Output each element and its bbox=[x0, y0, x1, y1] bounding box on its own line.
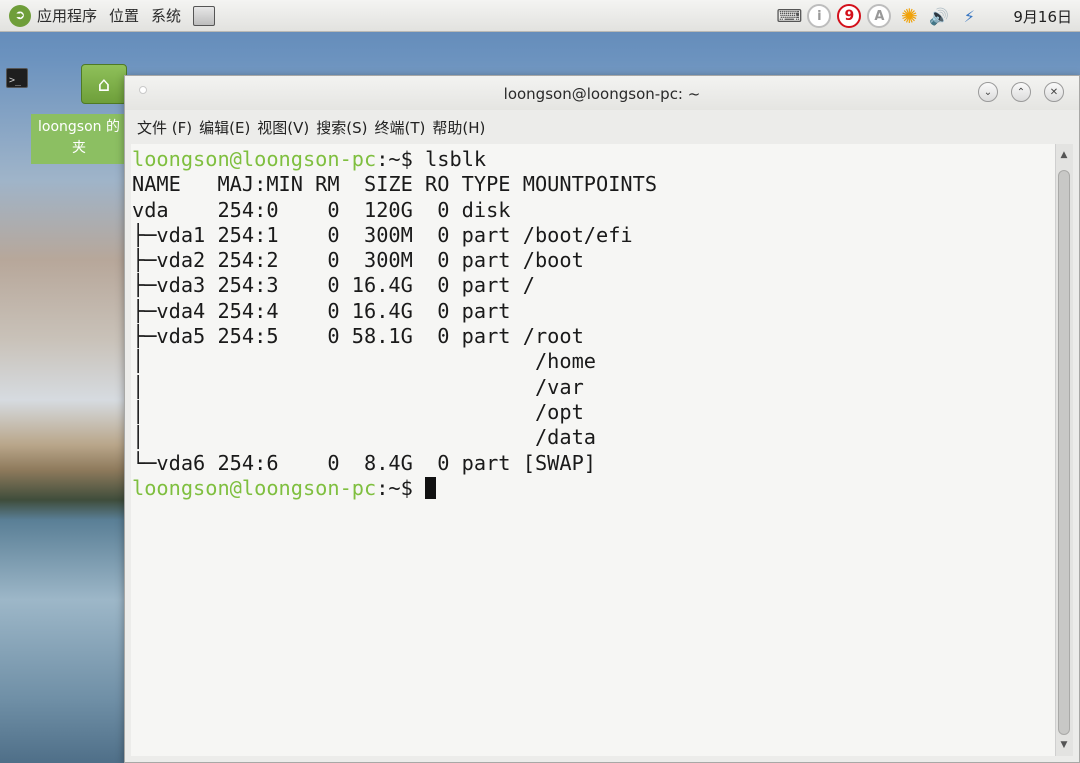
menu-help[interactable]: 帮助(H) bbox=[432, 117, 485, 138]
window-title: loongson@loongson-pc: ~ bbox=[503, 85, 701, 103]
terminal-window: loongson@loongson-pc: ~ ⌄ ⌃ ✕ 文件 (F) 编辑(… bbox=[124, 75, 1080, 763]
text-cursor bbox=[425, 476, 437, 499]
home-folder-icon[interactable]: ⌂ bbox=[81, 64, 127, 104]
prompt-suffix: :~$ bbox=[376, 475, 426, 500]
window-menubar: 文件 (F) 编辑(E) 视图(V) 搜索(S) 终端(T) 帮助(H) bbox=[125, 113, 1079, 141]
brightness-icon[interactable]: ✺ bbox=[897, 4, 921, 28]
menu-search[interactable]: 搜索(S) bbox=[316, 117, 367, 138]
file-manager-launcher-icon[interactable] bbox=[193, 5, 216, 26]
terminal-launcher-icon[interactable]: >_ bbox=[6, 68, 28, 88]
menu-terminal[interactable]: 终端(T) bbox=[375, 117, 426, 138]
output-line: │ /var bbox=[132, 374, 584, 399]
menu-system[interactable]: 系统 bbox=[151, 5, 181, 26]
system-tray: ⌨ i 9 A ✺ 🔊 ⚡ 9月16日 bbox=[771, 0, 1080, 32]
output-line: ├─vda5 254:5 0 58.1G 0 part /root bbox=[132, 324, 584, 349]
menu-places[interactable]: 位置 bbox=[109, 5, 139, 26]
keyboard-icon[interactable]: ⌨ bbox=[776, 4, 802, 28]
scrollbar-thumb[interactable] bbox=[1058, 170, 1070, 735]
scroll-up-arrow-icon[interactable]: ▲ bbox=[1059, 150, 1069, 160]
top-panel: ➲ 应用程序 位置 系统 >_ ⌨ i 9 A ✺ 🔊 ⚡ 9月16日 bbox=[0, 0, 1080, 88]
output-line: ├─vda4 254:4 0 16.4G 0 part bbox=[132, 298, 511, 323]
input-method-icon[interactable]: A bbox=[867, 4, 892, 28]
minimize-button[interactable]: ⌄ bbox=[978, 82, 998, 102]
terminal-output[interactable]: loongson@loongson-pc:~$ lsblk NAME MAJ:M… bbox=[131, 144, 1056, 756]
menu-edit[interactable]: 编辑(E) bbox=[199, 117, 250, 138]
updates-badge-icon[interactable]: 9 bbox=[837, 4, 862, 28]
terminal-scrollbar[interactable]: ▲ ▼ bbox=[1055, 144, 1073, 756]
output-line: │ /opt bbox=[132, 399, 584, 424]
output-line: │ /data bbox=[132, 425, 596, 450]
prompt-user-host: loongson@loongson-pc bbox=[132, 147, 377, 171]
menu-file[interactable]: 文件 (F) bbox=[137, 117, 192, 138]
network-icon[interactable]: ⚡ bbox=[957, 4, 981, 28]
app-menu-logo-icon[interactable]: ➲ bbox=[9, 4, 31, 27]
close-button[interactable]: ✕ bbox=[1044, 82, 1064, 102]
output-line: ├─vda1 254:1 0 300M 0 part /boot/efi bbox=[132, 222, 633, 247]
home-folder-label: loongson 的 夹 bbox=[31, 114, 127, 164]
menu-applications[interactable]: 应用程序 bbox=[37, 5, 97, 26]
output-line: │ /home bbox=[132, 349, 596, 374]
prompt-user-host: loongson@loongson-pc bbox=[132, 475, 377, 500]
menu-view[interactable]: 视图(V) bbox=[257, 117, 309, 138]
window-titlebar[interactable]: loongson@loongson-pc: ~ ⌄ ⌃ ✕ bbox=[125, 76, 1079, 110]
output-line: ├─vda2 254:2 0 300M 0 part /boot bbox=[132, 248, 584, 273]
output-line: NAME MAJ:MIN RM SIZE RO TYPE MOUNTPOINTS bbox=[132, 172, 658, 197]
current-prompt-line[interactable]: loongson@loongson-pc:~$ bbox=[132, 476, 1056, 501]
scroll-down-arrow-icon[interactable]: ▼ bbox=[1059, 740, 1069, 750]
prompt-suffix: :~$ bbox=[376, 147, 426, 171]
command-line: loongson@loongson-pc:~$ lsblk bbox=[132, 147, 1056, 172]
output-line: ├─vda3 254:3 0 16.4G 0 part / bbox=[132, 273, 535, 298]
maximize-button[interactable]: ⌃ bbox=[1011, 82, 1031, 102]
clock[interactable]: 9月16日 bbox=[1013, 6, 1072, 27]
volume-icon[interactable]: 🔊 bbox=[927, 4, 951, 28]
output-line: └─vda6 254:6 0 8.4G 0 part [SWAP] bbox=[132, 450, 596, 475]
info-icon[interactable]: i bbox=[807, 4, 832, 28]
command-text: lsblk bbox=[425, 147, 487, 171]
output-line: vda 254:0 0 120G 0 disk bbox=[132, 197, 511, 222]
